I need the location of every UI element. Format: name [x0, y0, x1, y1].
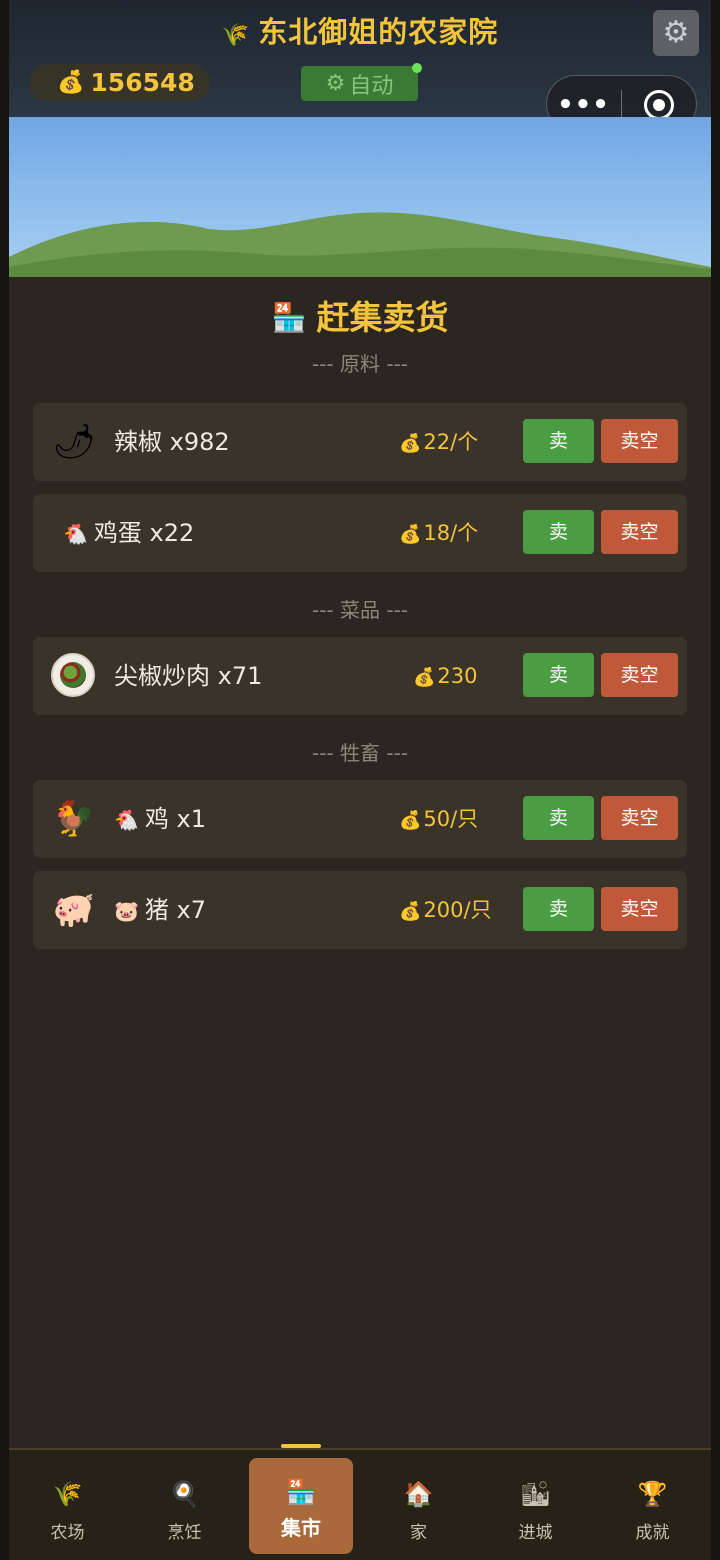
sell-all-button[interactable]: 卖空	[601, 419, 678, 463]
auto-label: 自动	[349, 73, 394, 99]
item-name-text: 鸡蛋 x22	[93, 519, 195, 547]
sell-all-button[interactable]: 卖空	[601, 653, 678, 697]
tab-city[interactable]: 🏙 进城	[477, 1450, 594, 1560]
item-name-text: 猪 x7	[144, 896, 207, 924]
tab-achievements[interactable]: 🏆 成就	[594, 1450, 711, 1560]
tab-label: 家	[410, 1523, 427, 1543]
price-value: 22/个	[423, 430, 479, 454]
sell-button[interactable]: 卖	[523, 887, 594, 931]
tab-label: 烹饪	[167, 1523, 202, 1543]
tab-label: 进城	[518, 1523, 553, 1543]
market-title-text: 赶集卖货	[316, 298, 449, 337]
sell-button[interactable]: 卖	[523, 653, 594, 697]
sell-all-button[interactable]: 卖空	[601, 796, 678, 840]
list-item-chili: 🌶 辣椒 x982 💰22/个 卖 卖空	[33, 403, 687, 481]
item-price: 💰50/只	[399, 780, 478, 858]
auto-button[interactable]: ⚙ 自动	[301, 63, 422, 101]
section-heading-dishes: --- 菜品 ---	[311, 598, 408, 622]
item-name: 🐔 鸡蛋 x22	[63, 494, 194, 572]
tab-label: 集市	[281, 1516, 321, 1540]
price-value: 200/只	[423, 898, 492, 922]
store-icon: 🏪	[271, 301, 307, 334]
section-heading-raw: --- 原料 ---	[311, 352, 408, 376]
price-value: 230	[437, 664, 478, 688]
item-price: 💰18/个	[399, 494, 478, 572]
tab-market[interactable]: 🏪 集市	[249, 1458, 353, 1554]
app-title: 🌾 东北御姐的农家院	[9, 12, 711, 56]
money-bag-icon: 💰	[399, 901, 422, 922]
price-value: 18/个	[423, 521, 479, 545]
list-item-pepper-pork: 尖椒炒肉 x71 💰230 卖 卖空	[33, 637, 687, 715]
bottom-tab-bar: 🌾 农场 🍳 烹饪 🏪 集市 🏠 家 🏙 进城 🏆 成就	[9, 1444, 711, 1560]
item-price: 💰200/只	[399, 871, 492, 949]
app-root: 🌾 东北御姐的农家院 ⚙ 💰 156548 ⚙ 自动 ••• 🏪 赶集卖货 --…	[9, 0, 711, 1560]
frying-pan-icon: 🍳	[169, 1480, 200, 1508]
tab-home[interactable]: 🏠 家	[360, 1450, 477, 1560]
tab-cooking[interactable]: 🍳 烹饪	[126, 1450, 243, 1560]
wheat-icon: 🌾	[221, 23, 251, 48]
sell-button[interactable]: 卖	[523, 796, 594, 840]
list-item-pig: 🐖 🐷 猪 x7 💰200/只 卖 卖空	[33, 871, 687, 949]
list-item-chicken: 🐓 🐔 鸡 x1 💰50/只 卖 卖空	[33, 780, 687, 858]
chicken-icon: 🐔	[114, 808, 139, 832]
close-miniprogram-button[interactable]	[644, 90, 674, 120]
store-icon: 🏪	[286, 1478, 316, 1506]
item-price: 💰230	[413, 637, 478, 715]
wheat-icon: 🌾	[52, 1480, 83, 1508]
rooster-icon: 🐓	[52, 799, 96, 839]
pig-icon: 🐖	[52, 890, 96, 930]
header: 🌾 东北御姐的农家院 ⚙ 💰 156548 ⚙ 自动 •••	[9, 0, 711, 133]
tab-label: 农场	[50, 1523, 85, 1543]
settings-button[interactable]: ⚙	[653, 10, 699, 56]
capsule-divider	[621, 90, 622, 120]
item-name-text: 鸡 x1	[144, 805, 207, 833]
app-title-text: 东北御姐的农家院	[258, 15, 499, 49]
sell-button[interactable]: 卖	[523, 510, 594, 554]
sell-button[interactable]: 卖	[523, 419, 594, 463]
tab-label: 成就	[635, 1523, 670, 1543]
gear-icon: ⚙	[662, 15, 690, 50]
list-item-egg: 🐔 鸡蛋 x22 💰18/个 卖 卖空	[33, 494, 687, 572]
more-dots-icon: •••	[557, 90, 610, 120]
hills-illustration	[9, 212, 711, 277]
money-bag-icon: 💰	[399, 433, 422, 454]
city-icon: 🏙	[520, 1480, 551, 1508]
farm-scene	[9, 117, 711, 277]
active-tab-indicator	[281, 1444, 321, 1448]
money-bag-icon: 💰	[399, 810, 422, 831]
item-name: 辣椒 x982	[114, 428, 230, 456]
item-name: 🐔 鸡 x1	[114, 780, 206, 858]
pig-face-icon: 🐷	[114, 899, 139, 923]
dish-plate-icon	[51, 653, 95, 697]
item-name: 尖椒炒肉 x71	[114, 662, 263, 690]
chicken-icon: 🐔	[63, 522, 88, 546]
price-value: 50/只	[423, 807, 479, 831]
status-dot	[412, 63, 422, 73]
gear-icon: ⚙	[325, 71, 346, 96]
money-bag-icon: 💰	[413, 667, 436, 688]
coin-amount: 156548	[90, 68, 195, 97]
tab-farm[interactable]: 🌾 农场	[9, 1450, 126, 1560]
money-bag-icon: 💰	[399, 524, 422, 545]
chili-pepper-icon: 🌶	[52, 422, 96, 462]
sell-all-button[interactable]: 卖空	[601, 510, 678, 554]
item-name: 🐷 猪 x7	[114, 871, 206, 949]
section-heading-livestock: --- 牲畜 ---	[311, 741, 408, 765]
item-price: 💰22/个	[399, 403, 478, 481]
house-icon: 🏠	[403, 1480, 434, 1508]
coin-balance: 💰 156548	[29, 64, 210, 101]
market-title: 🏪 赶集卖货	[9, 296, 711, 340]
money-bag-icon: 💰	[57, 70, 85, 95]
sell-all-button[interactable]: 卖空	[601, 887, 678, 931]
trophy-icon: 🏆	[637, 1480, 668, 1508]
